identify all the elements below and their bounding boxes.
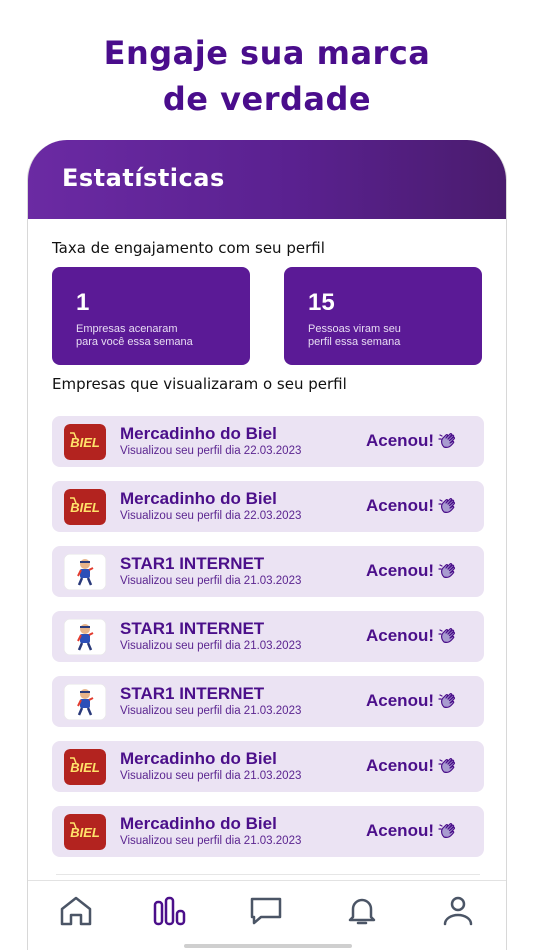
svg-text:BIEL: BIEL (70, 500, 100, 515)
tab-home[interactable] (56, 891, 96, 931)
visitor-row[interactable]: STAR1 INTERNET Visualizou seu perfil dia … (52, 676, 484, 727)
stat-description: Empresas acenaram para você essa semana (76, 323, 250, 349)
stat-desc-line: perfil essa semana (308, 336, 401, 348)
waved-label: Acenou! (366, 756, 434, 775)
headline-line-2: de verdade (162, 80, 372, 118)
visitor-row[interactable]: STAR1 INTERNET Visualizou seu perfil dia … (52, 546, 484, 597)
visitors-title: Empresas que visualizaram o seu perfil (52, 375, 347, 393)
star1-logo (64, 554, 106, 590)
svg-text:BIEL: BIEL (70, 825, 100, 840)
company-name: STAR1 INTERNET (120, 684, 265, 703)
phone-screen: Estatísticas Taxa de engajamento com seu… (27, 140, 507, 950)
visitor-list: BIEL Mercadinho do Biel Visualizou seu per… (52, 416, 484, 871)
waving-hand-icon (438, 691, 458, 711)
visit-date: Visualizou seu perfil dia 21.03.2023 (120, 835, 302, 847)
waved-status: Acenou! (366, 756, 458, 776)
waved-status: Acenou! (366, 431, 458, 451)
biel-logo: BIEL (64, 489, 106, 525)
company-name: Mercadinho do Biel (120, 424, 277, 443)
stat-card-views: 15 Pessoas viram seu perfil essa semana (284, 267, 482, 365)
waved-status: Acenou! (366, 821, 458, 841)
tab-notifications[interactable] (342, 891, 382, 931)
biel-logo: BIEL (64, 424, 106, 460)
biel-logo: BIEL (64, 749, 106, 785)
headline-line-1: Engaje sua marca (103, 34, 431, 72)
bell-icon (348, 898, 376, 925)
waved-status: Acenou! (366, 496, 458, 516)
company-name: Mercadinho do Biel (120, 814, 277, 833)
waving-hand-icon (438, 756, 458, 776)
stat-desc-line: Empresas acenaram (76, 323, 178, 335)
stat-card-waves: 1 Empresas acenaram para você essa seman… (52, 267, 250, 365)
list-divider (56, 874, 480, 875)
waving-hand-icon (438, 821, 458, 841)
waved-label: Acenou! (366, 431, 434, 450)
home-icon (60, 896, 92, 926)
company-name: STAR1 INTERNET (120, 554, 265, 573)
visit-date: Visualizou seu perfil dia 22.03.2023 (120, 445, 302, 457)
stat-value: 1 (76, 289, 90, 316)
stat-value: 15 (308, 289, 335, 316)
star1-logo (64, 684, 106, 720)
tab-chat[interactable] (246, 891, 286, 931)
waving-hand-icon (438, 561, 458, 581)
waving-hand-icon (438, 496, 458, 516)
tab-bar (28, 880, 506, 950)
waved-status: Acenou! (366, 691, 458, 711)
page-headline: Engaje sua marca de verdade (0, 30, 534, 122)
visitor-row[interactable]: BIEL Mercadinho do Biel Visualizou seu per… (52, 416, 484, 467)
svg-text:BIEL: BIEL (70, 760, 100, 775)
visitor-row[interactable]: BIEL Mercadinho do Biel Visualizou seu per… (52, 481, 484, 532)
stats-icon (153, 896, 186, 926)
chat-icon (250, 897, 282, 925)
visit-date: Visualizou seu perfil dia 21.03.2023 (120, 770, 302, 782)
waving-hand-icon (438, 431, 458, 451)
home-indicator (184, 944, 352, 948)
waving-hand-icon (438, 626, 458, 646)
header-title: Estatísticas (62, 164, 225, 192)
star1-logo (64, 619, 106, 655)
waved-status: Acenou! (366, 561, 458, 581)
company-name: Mercadinho do Biel (120, 749, 277, 768)
visitor-row[interactable]: BIEL Mercadinho do Biel Visualizou seu per… (52, 741, 484, 792)
visit-date: Visualizou seu perfil dia 21.03.2023 (120, 640, 302, 652)
company-name: STAR1 INTERNET (120, 619, 265, 638)
waved-label: Acenou! (366, 626, 434, 645)
visitor-row[interactable]: STAR1 INTERNET Visualizou seu perfil dia … (52, 611, 484, 662)
waved-label: Acenou! (366, 496, 434, 515)
visit-date: Visualizou seu perfil dia 21.03.2023 (120, 705, 302, 717)
stat-desc-line: Pessoas viram seu (308, 323, 401, 335)
waved-label: Acenou! (366, 561, 434, 580)
waved-status: Acenou! (366, 626, 458, 646)
company-name: Mercadinho do Biel (120, 489, 277, 508)
visit-date: Visualizou seu perfil dia 22.03.2023 (120, 510, 302, 522)
visit-date: Visualizou seu perfil dia 21.03.2023 (120, 575, 302, 587)
profile-icon (443, 896, 473, 926)
stat-desc-line: para você essa semana (76, 336, 193, 348)
waved-label: Acenou! (366, 691, 434, 710)
tab-profile[interactable] (438, 891, 478, 931)
app-header: Estatísticas (28, 140, 506, 219)
stat-description: Pessoas viram seu perfil essa semana (308, 323, 482, 349)
biel-logo: BIEL (64, 814, 106, 850)
svg-text:BIEL: BIEL (70, 435, 100, 450)
tab-stats[interactable] (150, 891, 190, 931)
visitor-row[interactable]: BIEL Mercadinho do Biel Visualizou seu per… (52, 806, 484, 857)
engagement-title: Taxa de engajamento com seu perfil (52, 239, 325, 257)
waved-label: Acenou! (366, 821, 434, 840)
